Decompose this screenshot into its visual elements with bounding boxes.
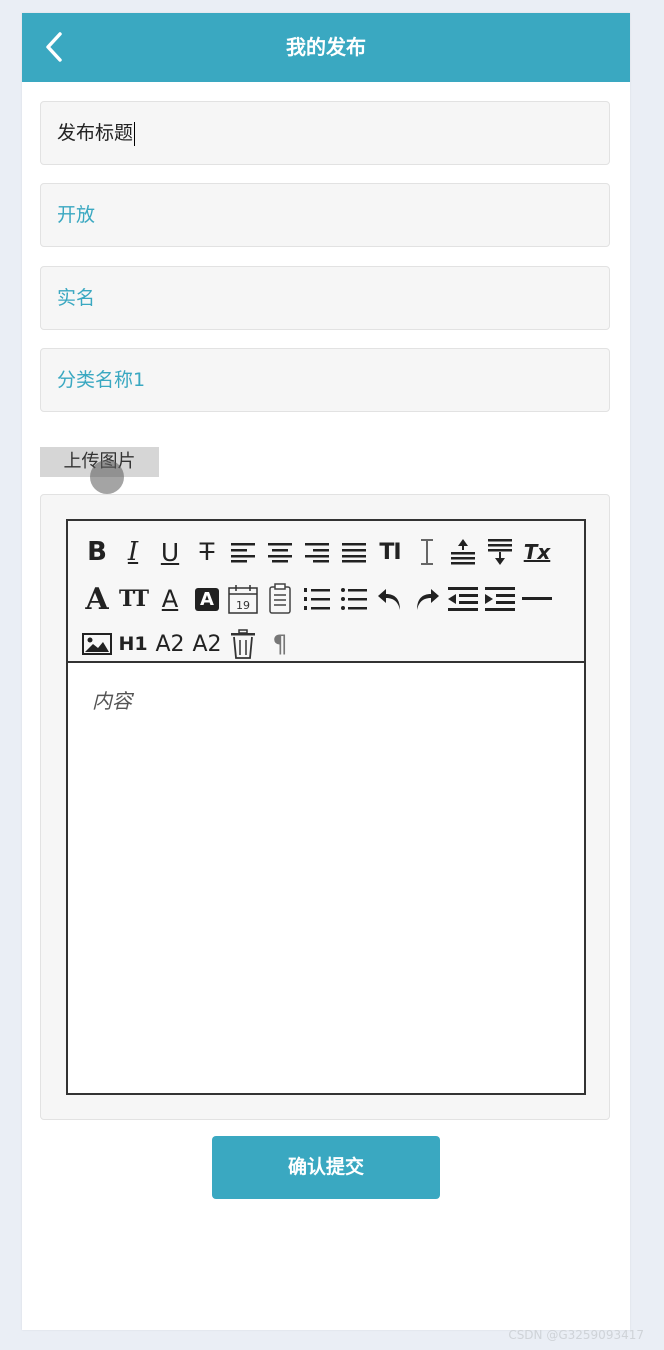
title-input[interactable]: 发布标题 xyxy=(40,101,610,165)
ordered-list-icon xyxy=(304,588,330,610)
clear-format-button[interactable]: Tx xyxy=(520,535,554,569)
insert-checklist-button[interactable] xyxy=(263,582,297,616)
submit-label: 确认提交 xyxy=(287,1156,364,1178)
trash-icon xyxy=(231,629,255,659)
font-case-icon: TT xyxy=(119,586,149,612)
indent-button[interactable] xyxy=(483,582,517,616)
font-size-icon: TI xyxy=(379,539,401,565)
clear-format-icon: Tx xyxy=(523,540,551,564)
ordered-list-button[interactable] xyxy=(300,582,334,616)
open-select[interactable]: 开放 xyxy=(40,183,610,247)
outdent-icon xyxy=(448,587,478,611)
title-input-value: 发布标题 xyxy=(57,122,134,144)
calendar-icon: 19 xyxy=(228,585,258,614)
open-select-value: 开放 xyxy=(57,204,96,226)
bullet-list-button[interactable] xyxy=(337,582,371,616)
app-header: 我的发布 xyxy=(22,13,630,82)
clipboard-icon xyxy=(269,583,291,614)
horizontal-rule-icon xyxy=(522,597,552,600)
strikethrough-button[interactable]: T xyxy=(190,535,224,569)
align-center-button[interactable] xyxy=(263,535,297,569)
line-height-icon xyxy=(421,539,433,565)
font-family-button[interactable]: A xyxy=(80,581,114,617)
font-color-icon: A xyxy=(161,585,179,613)
redo-button[interactable] xyxy=(410,582,444,616)
undo-button[interactable] xyxy=(373,582,407,616)
subscript-button[interactable]: A2 xyxy=(153,627,187,661)
phone-screen: 我的发布 发布标题 开放 实名 分类名称1 上传图片 B I U xyxy=(22,13,630,1330)
redo-icon xyxy=(417,589,439,610)
align-center-icon xyxy=(268,543,292,563)
indent-icon xyxy=(485,587,515,611)
watermark-text: CSDN @G3259093417 xyxy=(508,1328,644,1342)
bold-button[interactable]: B xyxy=(80,535,114,569)
superscript-icon: A2 xyxy=(192,631,222,657)
font-size-button[interactable]: TI xyxy=(373,535,407,569)
font-family-icon: A xyxy=(85,581,109,617)
align-right-button[interactable] xyxy=(300,535,334,569)
editor-placeholder: 内容 xyxy=(92,689,132,713)
strikethrough-icon: T xyxy=(199,538,215,566)
undo-icon xyxy=(378,589,400,610)
italic-icon: I xyxy=(127,537,139,567)
space-after-button[interactable] xyxy=(483,535,517,569)
heading-icon: H1 xyxy=(118,633,148,655)
page-title: 我的发布 xyxy=(286,35,366,59)
arrow-up-lines-icon xyxy=(451,539,475,565)
outdent-button[interactable] xyxy=(446,582,480,616)
line-height-button[interactable] xyxy=(410,535,444,569)
submit-button[interactable]: 确认提交 xyxy=(212,1136,440,1199)
editor-content-area[interactable]: 内容 xyxy=(68,663,584,1093)
space-before-button[interactable] xyxy=(446,535,480,569)
font-case-button[interactable]: TT xyxy=(116,582,150,616)
editor-panel: B I U T TI Tx A TT A A 19 H1 A2 A2 ¶ 内容 xyxy=(40,494,610,1120)
bullet-list-icon xyxy=(341,588,367,610)
category-select[interactable]: 分类名称1 xyxy=(40,348,610,412)
align-left-button[interactable] xyxy=(226,535,260,569)
realname-select[interactable]: 实名 xyxy=(40,266,610,330)
realname-select-value: 实名 xyxy=(57,287,96,309)
justify-button[interactable] xyxy=(337,535,371,569)
paragraph-button[interactable]: ¶ xyxy=(263,627,297,661)
text-caret xyxy=(134,121,136,146)
category-select-value: 分类名称1 xyxy=(57,369,146,391)
touch-indicator xyxy=(90,460,124,494)
insert-image-button[interactable] xyxy=(80,627,114,661)
underline-icon: U xyxy=(160,537,180,567)
italic-button[interactable]: I xyxy=(116,535,150,569)
image-icon xyxy=(82,633,112,655)
align-right-icon xyxy=(305,543,329,563)
background-color-button[interactable]: A xyxy=(190,582,224,616)
align-left-icon xyxy=(231,543,255,563)
background-color-icon: A xyxy=(195,587,219,611)
subscript-icon: A2 xyxy=(155,631,185,657)
delete-button[interactable] xyxy=(226,627,260,661)
rich-text-editor: B I U T TI Tx A TT A A 19 H1 A2 A2 ¶ 内容 xyxy=(66,519,586,1095)
insert-date-button[interactable]: 19 xyxy=(226,582,260,616)
arrow-down-lines-icon xyxy=(488,539,512,565)
heading-button[interactable]: H1 xyxy=(116,627,150,661)
bold-icon: B xyxy=(87,537,107,567)
font-color-button[interactable]: A xyxy=(153,582,187,616)
underline-button[interactable]: U xyxy=(153,535,187,569)
calendar-day-text: 19 xyxy=(236,599,250,612)
paragraph-icon: ¶ xyxy=(272,630,288,658)
horizontal-rule-button[interactable] xyxy=(520,582,554,616)
justify-icon xyxy=(342,543,366,563)
superscript-button[interactable]: A2 xyxy=(190,627,224,661)
editor-toolbar: B I U T TI Tx A TT A A 19 H1 A2 A2 ¶ xyxy=(68,521,584,663)
